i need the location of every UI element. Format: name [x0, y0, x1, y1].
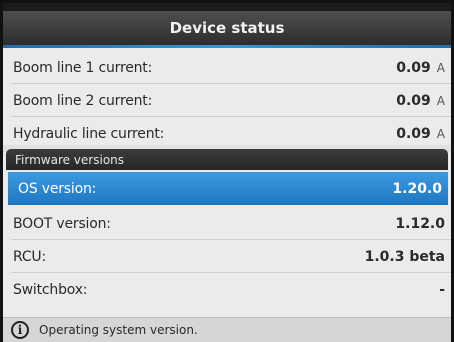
current-label: Boom line 1 current:	[13, 59, 153, 76]
firmware-label: OS version:	[18, 180, 97, 197]
current-unit: A	[436, 93, 445, 108]
firmware-section-header: Firmware versions	[6, 149, 448, 170]
page-title: Device status	[3, 11, 451, 48]
firmware-value: 1.12.0	[395, 215, 445, 232]
status-text: Operating system version.	[39, 323, 198, 337]
current-unit: A	[436, 126, 445, 141]
firmware-row-switchbox[interactable]: Switchbox: -	[3, 273, 451, 306]
firmware-value: 1.0.3 beta	[364, 248, 445, 265]
firmware-label: RCU:	[13, 248, 46, 265]
info-icon: i	[11, 321, 29, 339]
status-bar: i Operating system version.	[3, 317, 451, 342]
current-value: 0.09	[396, 92, 431, 109]
current-unit: A	[436, 60, 445, 75]
current-label: Hydraulic line current:	[13, 125, 165, 142]
current-row-boom-line-1[interactable]: Boom line 1 current: 0.09 A	[3, 51, 451, 84]
firmware-row-os-version[interactable]: OS version: 1.20.0	[8, 172, 448, 205]
device-status-screen: Device status Boom line 1 current: 0.09 A…	[3, 3, 451, 342]
current-label: Boom line 2 current:	[13, 92, 153, 109]
current-value: 0.09	[396, 125, 431, 142]
firmware-row-rcu[interactable]: RCU: 1.0.3 beta	[3, 240, 451, 273]
current-value: 0.09	[396, 59, 431, 76]
current-row-boom-line-2[interactable]: Boom line 2 current: 0.09 A	[3, 84, 451, 117]
firmware-label: BOOT version:	[13, 215, 111, 232]
firmware-label: Switchbox:	[13, 281, 88, 298]
firmware-value: 1.20.0	[392, 180, 442, 197]
firmware-row-boot-version[interactable]: BOOT version: 1.12.0	[3, 207, 451, 240]
firmware-value: -	[439, 281, 445, 298]
top-strip	[3, 3, 451, 11]
